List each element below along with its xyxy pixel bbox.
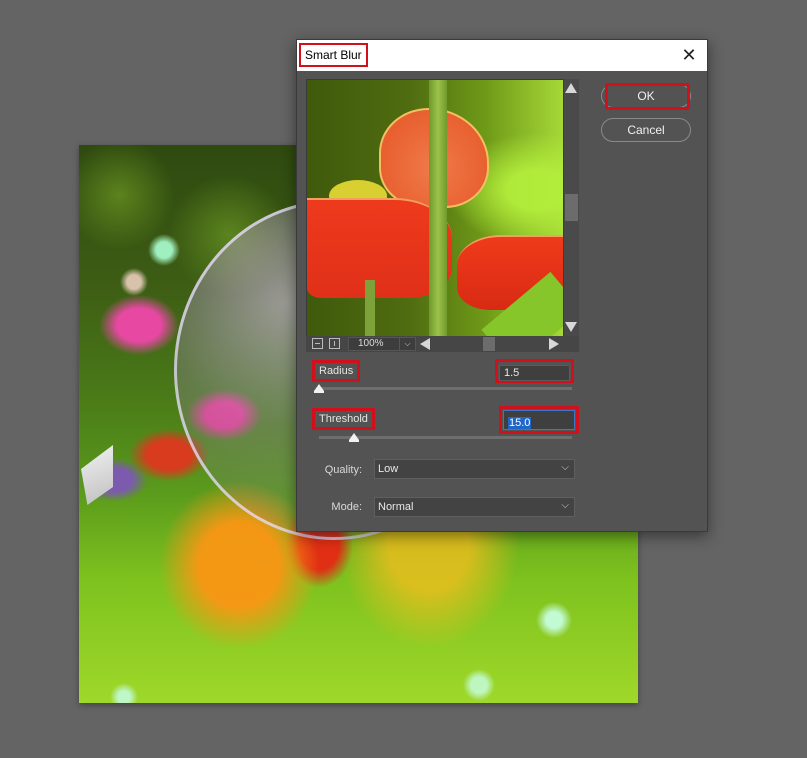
chevron-down-icon: ⌵ <box>561 500 569 511</box>
radius-slider[interactable] <box>319 387 572 390</box>
dialog-titlebar[interactable]: Smart Blur ✕ <box>297 40 707 71</box>
chevron-down-icon: ⌵ <box>561 462 569 473</box>
preview-stem <box>429 80 447 336</box>
mode-value: Normal <box>378 501 414 513</box>
quality-select[interactable]: Low ⌵ <box>374 459 575 479</box>
scroll-left-arrow-icon[interactable] <box>420 338 430 350</box>
quality-label: Quality: <box>324 464 362 476</box>
scroll-right-arrow-icon[interactable] <box>549 338 559 350</box>
dialog-title: Smart Blur <box>299 43 368 67</box>
radius-input[interactable] <box>499 365 570 381</box>
threshold-slider-handle[interactable] <box>349 433 360 442</box>
threshold-selected-value: 15.0 <box>508 417 532 429</box>
preview-vertical-scrollbar[interactable] <box>564 79 579 336</box>
preview-stem <box>365 280 375 336</box>
zoom-level-select[interactable]: 100% ⌵ <box>348 337 416 351</box>
vertical-scroll-thumb[interactable] <box>565 194 578 221</box>
threshold-input[interactable]: 15.0 <box>503 410 575 430</box>
butterfly-image <box>81 445 113 505</box>
scroll-up-arrow-icon[interactable] <box>565 83 577 93</box>
preview-panel: 100% ⌵ <box>306 79 579 352</box>
ok-button[interactable]: OK <box>601 84 691 108</box>
zoom-out-icon[interactable] <box>312 338 323 349</box>
chevron-down-icon: ⌵ <box>399 338 415 350</box>
cancel-button[interactable]: Cancel <box>601 118 691 142</box>
radius-slider-handle[interactable] <box>314 384 324 393</box>
close-icon[interactable]: ✕ <box>679 45 699 65</box>
preview-image[interactable] <box>307 80 563 336</box>
smart-blur-dialog: Smart Blur ✕ 100% ⌵ OK Cancel Radius 1.5… <box>296 39 708 532</box>
radius-field-highlight <box>495 359 574 383</box>
preview-toolbar: 100% ⌵ <box>306 336 579 352</box>
zoom-level-value: 100% <box>358 338 384 349</box>
radius-label: Radius <box>312 360 361 382</box>
quality-value: Low <box>378 463 399 475</box>
threshold-label: Threshold <box>312 408 375 430</box>
threshold-field-highlight: 15.0 <box>499 406 579 434</box>
horizontal-scroll-thumb[interactable] <box>483 337 495 351</box>
mode-label: Mode: <box>331 501 362 513</box>
scroll-down-arrow-icon[interactable] <box>565 322 577 332</box>
zoom-in-icon[interactable] <box>329 338 340 349</box>
mode-select[interactable]: Normal ⌵ <box>374 497 575 517</box>
